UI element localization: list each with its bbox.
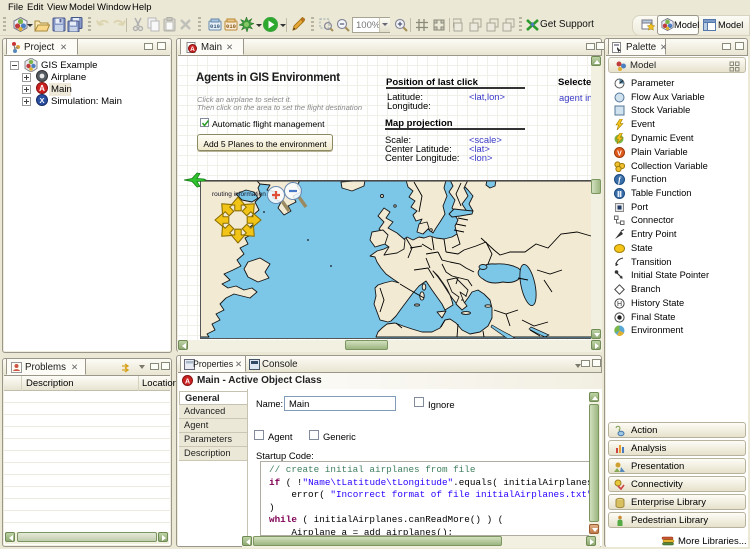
- svg-text:010: 010: [210, 23, 220, 30]
- svg-text:V: V: [617, 150, 622, 157]
- svg-text:A: A: [185, 378, 190, 385]
- svg-text:A: A: [39, 84, 45, 93]
- svg-text:010: 010: [226, 23, 236, 30]
- svg-text:X: X: [39, 96, 44, 105]
- svg-text:A: A: [190, 46, 195, 53]
- svg-text:routing information: routing information: [212, 191, 266, 198]
- svg-text:H: H: [617, 301, 622, 308]
